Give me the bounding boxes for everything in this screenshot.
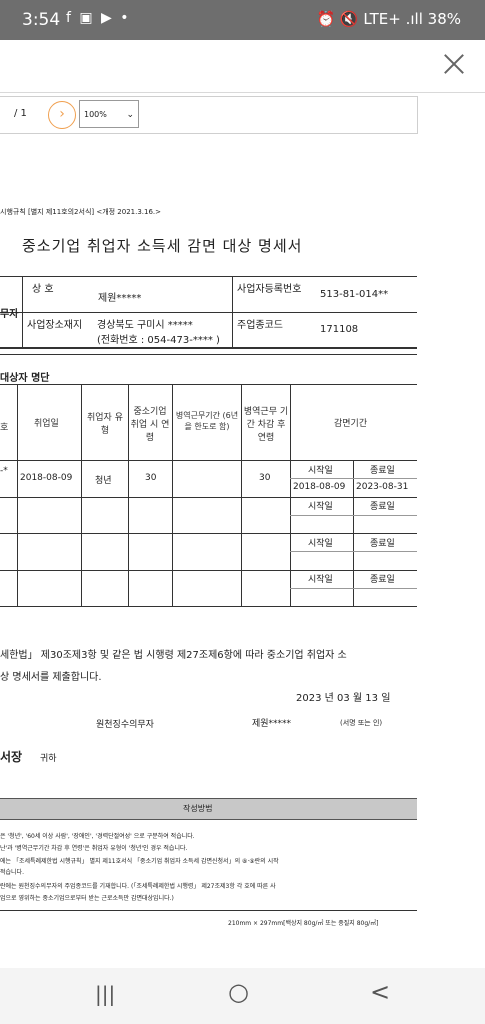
row1-no: -* (0, 466, 8, 476)
guide-line: 은 '청년', '60세 이상 사람', '장애인', '경력단절여성' 으로 … (0, 833, 195, 840)
home-icon[interactable]: ○ (228, 978, 249, 1006)
row1-start: 2018-08-09 (293, 482, 346, 492)
recents-icon[interactable]: ||| (95, 982, 115, 1006)
pdf-toolbar: / 1 › 100% ⌄ (0, 96, 418, 134)
industry-label: 주업종코드 (237, 320, 283, 331)
bizno-label: 사업자등록번호 (237, 284, 302, 295)
document-page: 시행규칙 [별지 제11호의2서식] <개정 2021.3.16.> 중소기업 … (0, 140, 417, 940)
guide-line: 난'과 '병역근무기간 차감 후 연령'은 취업자 유형이 '청년'인 경우 적… (0, 845, 188, 852)
withholder-row-label: 무자 (0, 309, 19, 320)
header-military: 병역근무기간 (6년을 한도로 함) (175, 411, 239, 431)
row3-end-label: 종료일 (370, 539, 395, 549)
statement-line-2: 상 명세서를 제출합니다. (0, 672, 102, 683)
viewer-header (0, 40, 485, 93)
guide-header: 작성방법 (0, 798, 417, 820)
header-type: 취업자 유형 (87, 413, 123, 436)
addressee: 서장 (0, 750, 23, 764)
row1-age-after: 30 (259, 473, 271, 483)
phone-value: (전화번호 : 054-473-**** ) (97, 335, 220, 346)
address-value: 경상북도 구미시 ***** (97, 320, 193, 331)
address-label: 사업장소재지 (27, 320, 83, 331)
paper-spec: 210mm × 297mm[백상지 80g/㎡ 또는 중질지 80g/㎡] (228, 920, 379, 927)
signature-note: (서명 또는 인) (340, 719, 383, 727)
row4-end-label: 종료일 (370, 575, 395, 585)
chevron-down-icon: ⌄ (126, 110, 134, 120)
withholder-label: 원천징수의무자 (96, 720, 154, 730)
row1-age: 30 (145, 473, 157, 483)
status-bar: 3:54 f ▣ ▶ • ⏰ 🔇 LTE+ .ıll 38% (0, 0, 485, 40)
law-reference: 시행규칙 [별지 제11호의2서식] <개정 2021.3.16.> (0, 208, 162, 216)
clock: 3:54 (22, 10, 61, 30)
company-name-value: 제원***** (98, 293, 142, 304)
chevron-right-icon: › (59, 106, 65, 122)
header-no: 호 (0, 423, 9, 433)
withholder-value: 제원***** (252, 719, 292, 729)
form-title: 중소기업 취업자 소득세 감면 대상 명세서 (22, 237, 303, 255)
submission-date: 2023 년 03 월 13 일 (296, 693, 391, 704)
row2-end-label: 종료일 (370, 502, 395, 512)
guide-line: 란에는 원천징수의무자의 주업종코드를 기재합니다. (「조세특례제한법 시행령… (0, 883, 276, 890)
row4-start-label: 시작일 (308, 575, 333, 585)
row1-type: 청년 (95, 476, 112, 486)
notification-icons: f ▣ ▶ • (66, 10, 131, 26)
zoom-select[interactable]: 100% ⌄ (79, 100, 139, 128)
close-icon[interactable] (440, 50, 468, 78)
header-age-after: 병역근무 기간 차감 후 연령 (243, 407, 289, 443)
system-indicators: ⏰ 🔇 LTE+ .ıll 38% (316, 10, 461, 28)
industry-value: 171108 (320, 324, 359, 335)
back-icon[interactable]: < (370, 978, 390, 1006)
row1-hire-date: 2018-08-09 (20, 473, 73, 483)
row1-end-label: 종료일 (370, 466, 395, 476)
system-nav-bar: ||| ○ < (0, 968, 485, 1024)
guide-line: 에는 「조세특례제한법 시행규칙」 별지 제11호서식 「중소기업 취업자 소득… (0, 858, 279, 865)
row1-start-label: 시작일 (308, 466, 333, 476)
header-hire-date: 취업일 (34, 419, 59, 429)
bizno-value: 513-81-014** (320, 289, 389, 300)
zoom-value: 100% (84, 110, 107, 119)
page-indicator: / 1 (14, 108, 27, 119)
statement-line-1: 세한법」 제30조제3항 및 같은 법 시행령 제27조제6항에 따라 중소기업… (0, 650, 347, 661)
guide-title: 작성방법 (183, 804, 213, 813)
guide-line: 업으로 영위하는 중소기업으로부터 받는 근로소득만 감면대상입니다.) (0, 895, 174, 902)
header-period: 감면기간 (334, 419, 368, 429)
guide-line: 적습니다. (0, 869, 24, 876)
row1-end: 2023-08-31 (356, 482, 409, 492)
row2-start-label: 시작일 (308, 502, 333, 512)
header-age: 중소기업 취업 시 연령 (130, 407, 170, 443)
company-name-label: 상 호 (32, 284, 54, 295)
next-page-button[interactable]: › (48, 101, 76, 129)
addressee-suffix: 귀하 (40, 754, 57, 764)
section-title: 대상자 명단 (0, 373, 50, 384)
row3-start-label: 시작일 (308, 539, 333, 549)
